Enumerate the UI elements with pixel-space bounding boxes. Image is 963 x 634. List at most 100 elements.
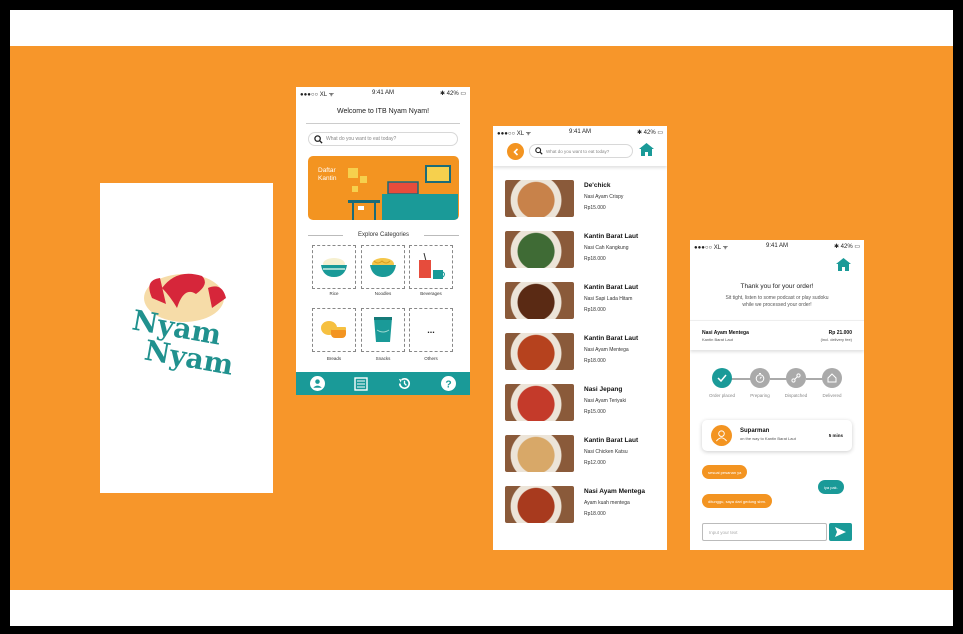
category-label: Rice: [329, 291, 339, 296]
restaurant-name: Nasi Ayam Mentega: [584, 488, 645, 495]
battery: ✱ 42% ▭: [439, 91, 466, 97]
order-store: Kantin Barat Laut: [702, 337, 733, 342]
search-placeholder: What do you want to eat today?: [326, 136, 397, 142]
food-thumbnail: [505, 384, 574, 421]
restaurant-name: Kantin Barat Laut: [584, 335, 639, 342]
more-icon: ...: [427, 325, 435, 335]
price: Rp18.000: [584, 511, 606, 517]
send-icon: [835, 527, 846, 537]
menu-name: Nasi Chicken Katsu: [584, 449, 628, 455]
search-input[interactable]: What do you want to eat today?: [308, 132, 458, 146]
menu-name: Ayam kuah mentega: [584, 500, 630, 506]
category-label: Beverages: [420, 291, 442, 296]
search-placeholder: What do you want to eat today?: [546, 148, 610, 154]
category-rice[interactable]: [312, 245, 356, 289]
chat-bubble-user: sesuai pesanan ya: [702, 465, 748, 479]
price: Rp18.000: [584, 307, 606, 313]
category-label: Noodles: [374, 291, 392, 296]
restaurant-name: Nasi Jepang: [584, 386, 623, 393]
step-label: Order placed: [708, 393, 735, 398]
tab-history[interactable]: [397, 376, 412, 391]
house-icon: [836, 258, 851, 271]
snack-bag-icon: [374, 317, 392, 342]
list-item[interactable]: Kantin Barat Laut Nasi Ayam Mentega Rp18.0…: [505, 333, 665, 377]
status-bar: ●●●○○ XL ᯤ 9:41 AM ✱ 42% ▭: [493, 126, 667, 138]
noodle-bowl-icon: [370, 258, 396, 277]
help-glyph: ?: [445, 379, 451, 390]
list-item[interactable]: Kantin Barat Laut Nasi Chicken Katsu Rp12.…: [505, 435, 665, 479]
list-item[interactable]: De'chick Nasi Ayam Crispy Rp15.000: [505, 180, 665, 224]
tab-profile[interactable]: [310, 376, 326, 391]
rice-bowl-icon: [321, 258, 347, 277]
bottom-tab-bar: ?: [296, 372, 470, 395]
restaurant-name: Kantin Barat Laut: [584, 437, 639, 444]
driver-card[interactable]: Suparman on the way to Kantin Barat Laut…: [702, 420, 852, 451]
avatar: [711, 425, 732, 446]
order-item-name: Nasi Ayam Mentega: [702, 330, 749, 336]
price-note: (incl. delivery fee): [820, 337, 852, 342]
category-beverages[interactable]: [409, 245, 453, 289]
restaurant-name: Kantin Barat Laut: [584, 284, 639, 291]
step-label: Delivered: [822, 393, 842, 398]
step-dispatched: [786, 368, 806, 388]
price: Rp12.000: [584, 460, 606, 466]
list-item[interactable]: Kantin Barat Laut Nasi Cah Kangkung Rp18.0…: [505, 231, 665, 275]
home-button[interactable]: [836, 258, 851, 276]
category-others[interactable]: ...: [409, 308, 453, 352]
battery: ✱ 42% ▭: [636, 130, 663, 136]
category-snacks[interactable]: [361, 308, 405, 352]
timer-icon: [755, 373, 765, 383]
menu-list-icon: [354, 376, 368, 391]
list-item[interactable]: Nasi Ayam Mentega Ayam kuah mentega Rp18.0…: [505, 486, 665, 530]
history-icon: [399, 378, 411, 390]
order-summary: Nasi Ayam Mentega Kantin Barat Laut Rp 2…: [690, 320, 864, 350]
banner-title: Daftar Kantin: [318, 167, 337, 182]
list-item[interactable]: Nasi Jepang Nasi Ayam Teriyaki Rp15.000: [505, 384, 665, 428]
message-input[interactable]: Input your text: [702, 523, 827, 541]
send-button[interactable]: [829, 523, 852, 541]
category-noodles[interactable]: [361, 245, 405, 289]
back-button[interactable]: [507, 143, 524, 160]
bread-icon: [321, 321, 346, 338]
tab-menu[interactable]: [354, 376, 369, 391]
menu-name: Nasi Cah Kangkung: [584, 245, 629, 251]
restaurant-list-screen: ●●●○○ XL ᯤ 9:41 AM ✱ 42% ▭ What do you w…: [493, 126, 667, 550]
house-icon: [827, 373, 837, 383]
thank-you-heading: Thank you for your order!: [740, 283, 814, 290]
step-order-placed: [712, 368, 732, 388]
step-delivered: [822, 368, 842, 388]
order-price: Rp 21.000: [828, 330, 852, 336]
category-label: Snacks: [375, 356, 391, 361]
price: Rp15.000: [584, 409, 606, 415]
home-button[interactable]: [639, 143, 654, 161]
food-thumbnail: [505, 231, 574, 268]
subtext-line: Sit tight, listen to some podcast or pla…: [725, 295, 829, 301]
status-bar: ●●●○○ XL ᯤ 9:41 AM ✱ 42% ▭: [690, 240, 864, 252]
step-preparing: [750, 368, 770, 388]
nyam-nyam-logo: Nyam Nyam: [130, 273, 236, 382]
subtext-line: while we processed your order!: [742, 302, 812, 308]
help-icon: ?: [440, 376, 456, 391]
restaurant-name: Kantin Barat Laut: [584, 233, 639, 240]
tab-help[interactable]: ?: [440, 376, 456, 391]
canteen-banner[interactable]: Daftar Kantin: [308, 156, 459, 220]
list-item[interactable]: Kantin Barat Laut Nasi Sapi Lada Hitam Rp1…: [505, 282, 665, 326]
chevron-left-icon: [512, 147, 518, 156]
food-thumbnail: [505, 486, 574, 523]
search-input[interactable]: What do you want to eat today?: [529, 144, 633, 158]
price: Rp18.000: [584, 256, 606, 262]
house-icon: [639, 143, 654, 156]
status-bar: ●●●○○ XL ᯤ 9:41 AM ✱ 42% ▭: [296, 87, 470, 99]
menu-name: Nasi Ayam Crispy: [584, 194, 624, 200]
check-icon: [717, 374, 727, 382]
eta: 5 mins: [828, 433, 843, 438]
driver-name: Suparman: [740, 428, 770, 434]
battery: ✱ 42% ▭: [833, 244, 860, 250]
search-icon: [314, 134, 323, 144]
food-thumbnail: [505, 435, 574, 472]
search-icon: [535, 147, 543, 155]
thank-you-subtext: Sit tight, listen to some podcast or pla…: [690, 295, 864, 309]
category-breads[interactable]: [312, 308, 356, 352]
category-label: Others: [424, 356, 438, 361]
driver-status: on the way to Kantin Barat Laut: [740, 436, 796, 441]
